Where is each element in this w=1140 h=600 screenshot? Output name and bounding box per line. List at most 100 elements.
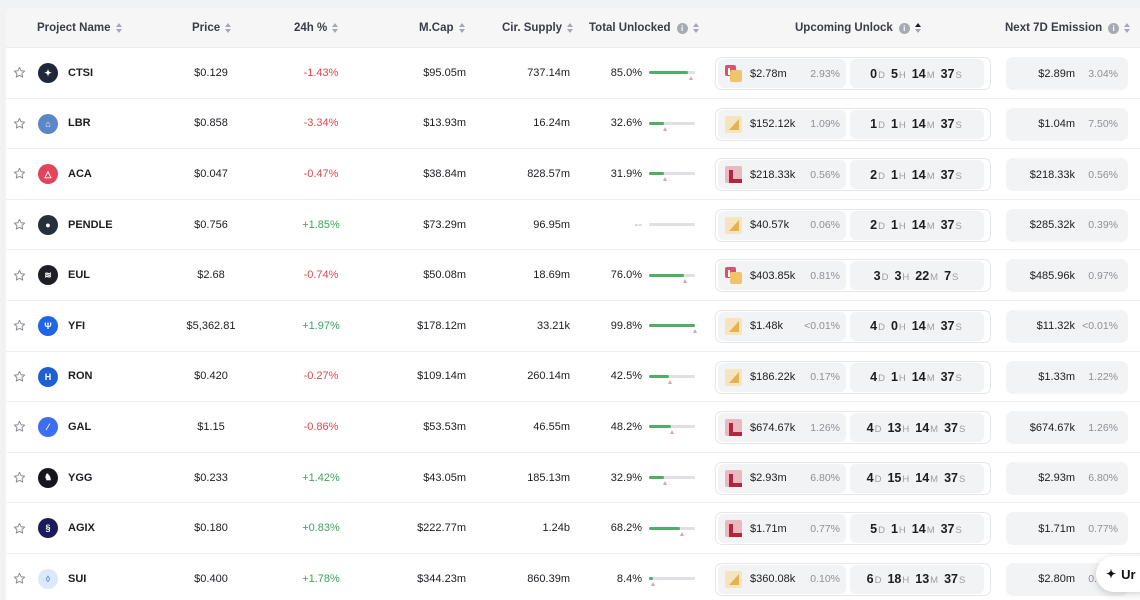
unlock-value: $152.12k bbox=[750, 118, 796, 131]
sort-icon[interactable] bbox=[914, 23, 921, 33]
sort-icon[interactable] bbox=[332, 23, 339, 33]
upcoming-unlock-card[interactable]: $403.85k 0.81% 3D 3H 22M 7S bbox=[715, 259, 991, 293]
project-name[interactable]: GAL bbox=[68, 402, 91, 452]
emission-card[interactable]: $1.04m 7.50% bbox=[1006, 107, 1128, 141]
col-next-7d-emission[interactable]: Next 7D Emission i bbox=[1005, 8, 1131, 48]
emission-card[interactable]: $1.33m 1.22% bbox=[1006, 360, 1128, 394]
info-icon[interactable]: i bbox=[898, 22, 910, 34]
floating-action-button[interactable]: ✦ Ur bbox=[1096, 556, 1140, 592]
emission-card[interactable]: $285.32k 0.39% bbox=[1006, 208, 1128, 242]
upcoming-unlock-card[interactable]: $152.12k 1.09% 1D 1H 14M 37S bbox=[715, 107, 991, 141]
emission-percent: 1.26% bbox=[1088, 421, 1118, 434]
sort-icon[interactable] bbox=[225, 23, 232, 33]
emission-value: $1.33m bbox=[1038, 371, 1075, 384]
star-icon[interactable] bbox=[12, 99, 26, 149]
emission-card[interactable]: $674.67k 1.26% bbox=[1006, 411, 1128, 445]
info-icon[interactable]: i bbox=[676, 22, 688, 34]
change-value: +1.78% bbox=[302, 572, 340, 585]
col-price[interactable]: Price bbox=[192, 8, 232, 48]
unlock-type-icon bbox=[725, 317, 742, 335]
col-project-name[interactable]: Project Name bbox=[37, 8, 122, 48]
star-icon[interactable] bbox=[12, 503, 26, 553]
star-icon[interactable] bbox=[12, 48, 26, 98]
project-name[interactable]: ACA bbox=[68, 149, 92, 199]
col-mcap-label: M.Cap bbox=[419, 22, 454, 34]
col-change-label: 24h % bbox=[294, 22, 328, 34]
unlocked-progress-bar bbox=[649, 352, 695, 402]
change-value: -1.43% bbox=[303, 66, 339, 79]
upcoming-unlock-card[interactable]: $360.08k 0.10% 6D 18H 13M 37S bbox=[715, 562, 991, 596]
sort-icon[interactable] bbox=[567, 23, 574, 33]
table-row[interactable]: § AGIX $0.180 +0.83% $222.77m 1.24b 68.2… bbox=[6, 503, 1140, 554]
star-icon[interactable] bbox=[12, 554, 26, 600]
col-circulating-supply[interactable]: Cir. Supply bbox=[502, 8, 574, 48]
table-row[interactable]: ◊ SUI $0.400 +1.78% $344.23m 860.39m 8.4… bbox=[6, 554, 1140, 600]
project-name[interactable]: RON bbox=[68, 352, 92, 402]
upcoming-unlock-card[interactable]: $2.93m 6.80% 4D 15H 14M 37S bbox=[715, 461, 991, 495]
sort-icon[interactable] bbox=[115, 23, 122, 33]
sort-icon[interactable] bbox=[692, 23, 699, 33]
unlock-type-icon bbox=[725, 419, 742, 437]
token-logo-icon: ◊ bbox=[38, 568, 58, 589]
supply-value: 185.13m bbox=[527, 471, 570, 484]
upcoming-unlock-card[interactable]: $674.67k 1.26% 4D 13H 14M 37S bbox=[715, 411, 991, 445]
col-mcap[interactable]: M.Cap bbox=[419, 8, 465, 48]
unlocked-progress-bar bbox=[649, 99, 695, 149]
project-name[interactable]: AGIX bbox=[68, 503, 95, 553]
upcoming-unlock-card[interactable]: $1.71m 0.77% 5D 1H 14M 37S bbox=[715, 512, 991, 546]
table-row[interactable]: ● PENDLE $0.756 +1.85% $73.29m 96.95m --… bbox=[6, 200, 1140, 251]
upcoming-unlock-card[interactable]: $2.78m 2.93% 0D 5H 14M 37S bbox=[715, 57, 991, 90]
project-name[interactable]: CTSI bbox=[68, 48, 93, 98]
star-icon[interactable] bbox=[12, 149, 26, 199]
sort-icon[interactable] bbox=[458, 23, 465, 33]
sort-icon[interactable] bbox=[1124, 23, 1131, 33]
emission-card[interactable]: $485.96k 0.97% bbox=[1006, 259, 1128, 293]
unlock-value: $1.48k bbox=[750, 320, 784, 333]
project-name[interactable]: LBR bbox=[68, 99, 91, 149]
table-row[interactable]: △ ACA $0.047 -0.47% $38.84m 828.57m 31.9… bbox=[6, 149, 1140, 200]
emission-percent: 0.39% bbox=[1088, 219, 1118, 232]
col-24h-change[interactable]: 24h % bbox=[294, 8, 339, 48]
star-icon[interactable] bbox=[12, 453, 26, 503]
table-row[interactable]: ⁄ GAL $1.15 -0.86% $53.53m 46.55m 48.2% … bbox=[6, 402, 1140, 453]
table-row[interactable]: ✦ CTSI $0.129 -1.43% $95.05m 737.14m 85.… bbox=[6, 48, 1140, 99]
col-emission-label: Next 7D Emission bbox=[1005, 22, 1103, 34]
supply-value: 860.39m bbox=[527, 572, 570, 585]
emission-percent: 0.97% bbox=[1088, 269, 1118, 282]
unlock-percent: 0.81% bbox=[810, 269, 840, 282]
info-icon[interactable]: i bbox=[1108, 22, 1120, 34]
project-name[interactable]: SUI bbox=[68, 554, 86, 600]
token-logo-icon: ✦ bbox=[38, 63, 58, 83]
star-icon[interactable] bbox=[12, 250, 26, 300]
star-icon[interactable] bbox=[12, 200, 26, 250]
col-total-unlocked[interactable]: Total Unlocked i bbox=[589, 8, 699, 48]
table-row[interactable]: ⌂ LBR $0.858 -3.34% $13.93m 16.24m 32.6%… bbox=[6, 99, 1140, 150]
price-value: $1.15 bbox=[197, 420, 225, 433]
table-row[interactable]: Ψ YFI $5,362.81 +1.97% $178.12m 33.21k 9… bbox=[6, 301, 1140, 352]
upcoming-unlock-card[interactable]: $40.57k 0.06% 2D 1H 14M 37S bbox=[715, 208, 991, 242]
col-upcoming-unlock[interactable]: Upcoming Unlock i bbox=[795, 8, 921, 48]
project-name[interactable]: PENDLE bbox=[68, 200, 113, 250]
token-logo-icon: Ψ bbox=[38, 315, 58, 336]
table-row[interactable]: ♞ YGG $0.233 +1.42% $43.05m 185.13m 32.9… bbox=[6, 453, 1140, 504]
emission-card[interactable]: $2.93m 6.80% bbox=[1006, 461, 1128, 495]
price-value: $0.420 bbox=[194, 370, 228, 383]
table-row[interactable]: ≋ EUL $2.68 -0.74% $50.08m 18.69m 76.0% … bbox=[6, 250, 1140, 301]
project-name[interactable]: EUL bbox=[68, 250, 90, 300]
emission-card[interactable]: $218.33k 0.56% bbox=[1006, 158, 1128, 192]
upcoming-unlock-card[interactable]: $186.22k 0.17% 4D 1H 14M 37S bbox=[715, 360, 991, 394]
upcoming-unlock-card[interactable]: $1.48k <0.01% 4D 0H 14M 37S bbox=[715, 309, 991, 343]
emission-percent: <0.01% bbox=[1082, 320, 1118, 333]
star-icon[interactable] bbox=[12, 352, 26, 402]
star-icon[interactable] bbox=[12, 402, 26, 452]
star-icon[interactable] bbox=[12, 301, 26, 351]
unlock-countdown: 5D 1H 14M 37S bbox=[850, 514, 984, 544]
project-name[interactable]: YGG bbox=[68, 453, 92, 503]
emission-card[interactable]: $1.71m 0.77% bbox=[1006, 512, 1128, 546]
unlocked-progress-bar bbox=[649, 453, 695, 503]
upcoming-unlock-card[interactable]: $218.33k 0.56% 2D 1H 14M 37S bbox=[715, 158, 991, 192]
project-name[interactable]: YFI bbox=[68, 301, 85, 351]
emission-card[interactable]: $11.32k <0.01% bbox=[1006, 309, 1128, 343]
emission-card[interactable]: $2.89m 3.04% bbox=[1006, 57, 1128, 90]
table-row[interactable]: H RON $0.420 -0.27% $109.14m 260.14m 42.… bbox=[6, 352, 1140, 403]
